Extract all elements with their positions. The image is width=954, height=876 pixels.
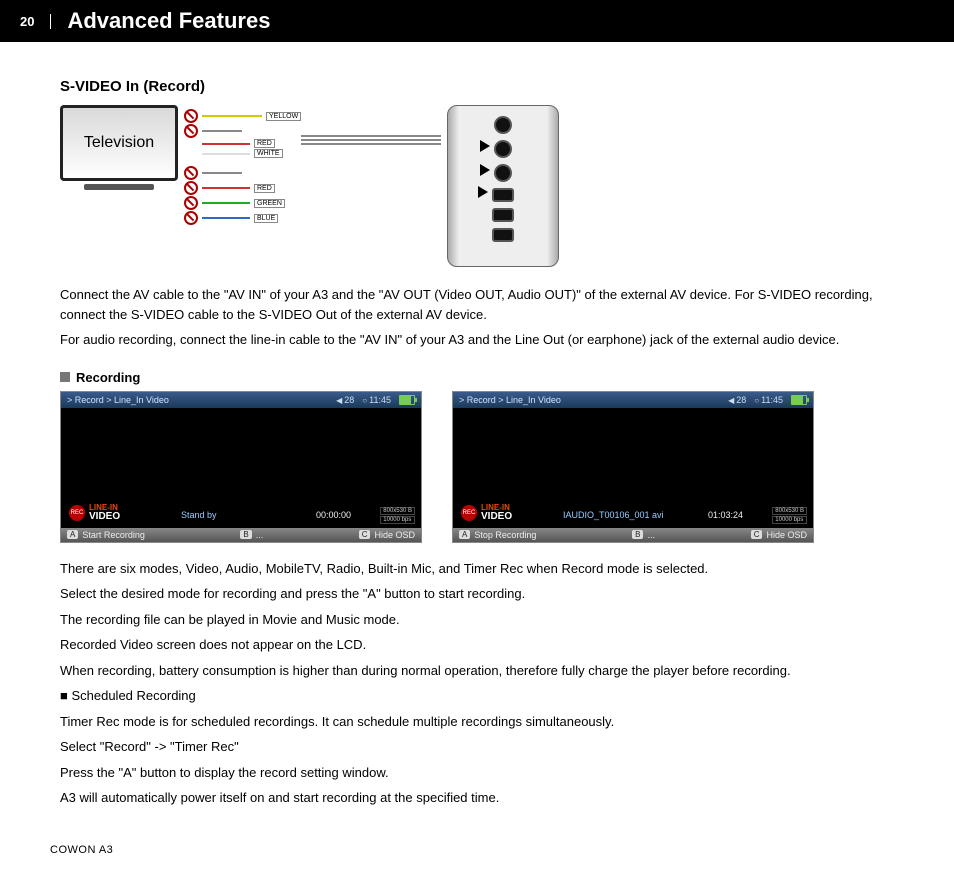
softkey-a: A [67,530,78,539]
footer-model: COWON A3 [0,834,954,876]
square-bullet-icon [60,372,70,382]
instruction-text: Select "Record" -> "Timer Rec" [60,737,894,757]
wire-label: GREEN [254,199,285,208]
elapsed-time: 00:00:00 [316,510,351,520]
av-in-port-icon [494,164,512,182]
section-title: S-VIDEO In (Record) [60,78,894,95]
wire-label: RED [254,139,275,148]
instruction-text: Select the desired mode for recording an… [60,584,894,604]
usb-port-icon [492,228,514,242]
softkey-bar: A Stop Recording B... CHide OSD [453,528,813,542]
screenshot-body: REC LINE-INVIDEO IAUDIO_T00106_001 avi 0… [453,408,813,528]
a3-device-side [447,105,559,267]
softkey-b: B [632,530,643,539]
volume-icon: 28 [728,395,746,405]
instruction-text: When recording, battery consumption is h… [60,661,894,681]
prohibited-icon [184,109,198,123]
battery-icon [399,395,415,405]
instruction-text: A3 will automatically power itself on an… [60,788,894,808]
cable-run [301,105,441,145]
instruction-text: Timer Rec mode is for scheduled recordin… [60,712,894,732]
cable-labels: YELLOW RED WHITE RED GREEN BLUE [184,109,301,225]
instruction-text: Press the "A" button to display the reco… [60,763,894,783]
svideo-port-icon [492,188,514,202]
recording-heading: Recording [60,370,894,385]
connection-diagram: Television YELLOW RED WHITE RED GREEN BL… [60,105,894,267]
softkey-a-label: Start Recording [82,530,145,540]
television-illustration: Television [60,105,178,190]
prohibited-icon [184,124,198,138]
instruction-text: The recording file can be played in Movi… [60,610,894,630]
headphone-port-icon [494,116,512,134]
rec-icon: REC [461,505,477,521]
screenshot-body: REC LINE-INVIDEO Stand by 00:00:00 800x5… [61,408,421,528]
screenshot-standby: > Record > Line_In Video 28 11:45 REC LI… [60,391,422,543]
wire-label: WHITE [254,149,283,158]
wire-label: RED [254,184,275,193]
rec-icon: REC [69,505,85,521]
instruction-text: ■ Scheduled Recording [60,686,894,706]
arrow-right-icon [480,164,490,176]
volume-icon: 28 [336,395,354,405]
arrow-right-icon [480,140,490,152]
instruction-text: There are six modes, Video, Audio, Mobil… [60,559,894,579]
av-in-port-icon [494,140,512,158]
prohibited-icon [184,166,198,180]
header-bar: 20 Advanced Features [0,0,954,42]
prohibited-icon [184,211,198,225]
clock-icon: 11:45 [754,395,783,405]
softkey-bar: A Start Recording B... CHide OSD [61,528,421,542]
recording-filename: IAUDIO_T00106_001 avi [563,510,664,520]
instruction-text: Connect the AV cable to the "AV IN" of y… [60,285,894,324]
wire-label: BLUE [254,214,278,223]
elapsed-time: 01:03:24 [708,510,743,520]
encoding-meta: 800x530 B10000 bps [380,507,415,524]
screenshot-topbar: > Record > Line_In Video 28 11:45 [61,392,421,408]
softkey-c-label: Hide OSD [374,530,415,540]
breadcrumb: > Record > Line_In Video [67,395,169,405]
softkey-b-label: ... [256,530,264,540]
chapter-title: Advanced Features [67,8,270,34]
recording-heading-text: Recording [76,370,140,385]
encoding-meta: 800x530 B10000 bps [772,507,807,524]
usb-port-icon [492,208,514,222]
prohibited-icon [184,196,198,210]
screenshot-recording: > Record > Line_In Video 28 11:45 REC LI… [452,391,814,543]
softkey-b-label: ... [647,530,655,540]
tv-screen: Television [60,105,178,181]
recording-screenshots: > Record > Line_In Video 28 11:45 REC LI… [60,391,894,543]
instruction-text: Recorded Video screen does not appear on… [60,635,894,655]
softkey-c-label: Hide OSD [766,530,807,540]
clock-icon: 11:45 [362,395,391,405]
softkey-b: B [240,530,251,539]
softkey-a: A [459,530,470,539]
breadcrumb: > Record > Line_In Video [459,395,561,405]
rec-badge: REC LINE-INVIDEO [461,504,512,522]
page-content: S-VIDEO In (Record) Television YELLOW RE… [0,42,954,834]
softkey-a-label: Stop Recording [474,530,536,540]
screenshot-topbar: > Record > Line_In Video 28 11:45 [453,392,813,408]
page-number: 20 [20,14,51,29]
tv-stand [84,184,154,190]
arrow-right-icon [478,186,488,198]
wire-label: YELLOW [266,112,301,121]
battery-icon [791,395,807,405]
softkey-c: C [751,530,763,539]
rec-badge: REC LINE-INVIDEO [69,504,120,522]
softkey-c: C [359,530,371,539]
prohibited-icon [184,181,198,195]
instruction-text: For audio recording, connect the line-in… [60,330,894,350]
status-text: Stand by [181,510,217,520]
